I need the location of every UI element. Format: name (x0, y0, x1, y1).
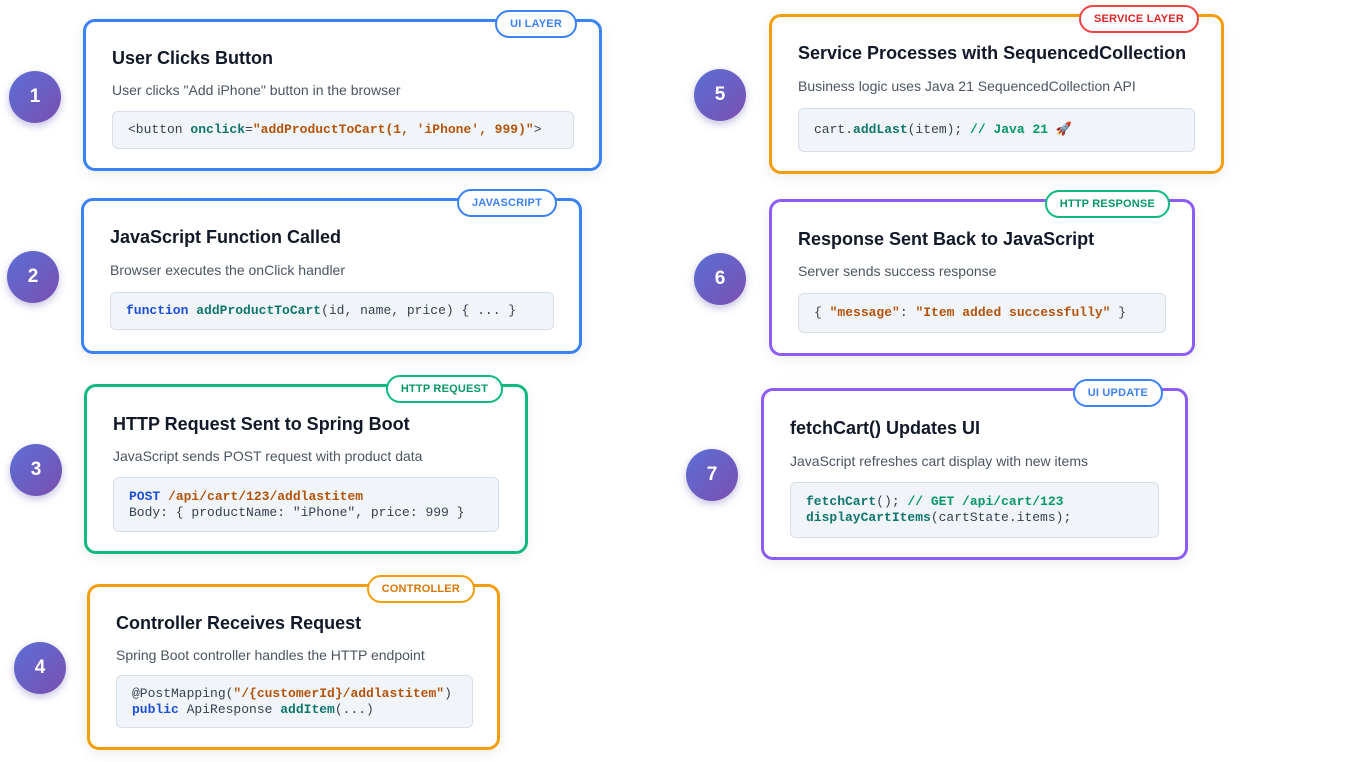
step-number-2: 2 (7, 251, 59, 303)
code-token: ) (444, 685, 452, 701)
code-token: <button (128, 122, 191, 137)
step-description: JavaScript sends POST request with produ… (113, 448, 423, 464)
code-token: @PostMapping( (132, 685, 234, 701)
step-number-7: 7 (686, 449, 738, 501)
step-description: User clicks "Add iPhone" button in the b… (112, 82, 401, 98)
step-badge-controller: CONTROLLER (366, 575, 475, 603)
code-token: > (533, 122, 542, 137)
step-title: Service Processes with SequencedCollecti… (798, 43, 1187, 63)
code-token: public (132, 701, 179, 717)
code-line: displayCartItems(cartState.items); (806, 510, 1143, 526)
step-badge-http-response: HTTP RESPONSE (1044, 190, 1170, 218)
code-token: (cartState.items); (930, 510, 1072, 525)
code-token: function (126, 303, 189, 318)
code-line: @PostMapping("/{customerId}/addlastitem"… (132, 686, 457, 702)
code-token: cart. (814, 122, 854, 137)
step-badge-javascript: JAVASCRIPT (456, 189, 557, 217)
code-token: (); (876, 494, 908, 509)
code-token: // Java 21 🚀 (970, 122, 1073, 137)
step-description: JavaScript refreshes cart display with n… (790, 453, 1088, 469)
code-snippet: cart.addLast(item); // Java 21 🚀 (798, 108, 1195, 152)
code-line: { "message": "Item added successfully" } (814, 305, 1150, 321)
code-token: addItem (280, 701, 335, 717)
step-card-controller: CONTROLLER Controller Receives Request S… (87, 575, 500, 750)
step-description: Server sends success response (798, 263, 997, 279)
step-badge-ui-layer: UI LAYER (495, 10, 577, 38)
step-title: Response Sent Back to JavaScript (798, 229, 1095, 249)
code-line: function addProductToCart(id, name, pric… (126, 303, 538, 319)
code-line: fetchCart(); // GET /api/cart/123 (806, 494, 1143, 510)
code-line: Body: { productName: "iPhone", price: 99… (129, 505, 483, 521)
step-card-ui-update: UI UPDATE fetchCart() Updates UI JavaScr… (761, 379, 1188, 560)
step-title: JavaScript Function Called (110, 227, 342, 247)
code-token: (...) (334, 701, 374, 717)
step-number-1: 1 (9, 71, 61, 123)
code-line: cart.addLast(item); // Java 21 🚀 (814, 122, 1179, 138)
code-token: ApiResponse (178, 701, 281, 717)
code-token: } (1110, 305, 1127, 320)
code-token: /api/cart/123/addlastitem (168, 488, 364, 504)
step-badge-service-layer: SERVICE LAYER (1078, 5, 1199, 33)
step-badge-ui-update: UI UPDATE (1072, 379, 1163, 407)
step-title: User Clicks Button (112, 48, 274, 68)
step-number-5: 5 (694, 69, 746, 121)
code-snippet: fetchCart(); // GET /api/cart/123 display… (790, 482, 1159, 538)
step-number-6: 6 (694, 253, 746, 305)
step-card-ui-layer: UI LAYER User Clicks Button User clicks … (83, 10, 602, 171)
step-description: Browser executes the onClick handler (110, 262, 346, 278)
code-snippet: function addProductToCart(id, name, pric… (110, 292, 554, 330)
step-number-3: 3 (10, 444, 62, 496)
code-token: (item); (907, 122, 971, 137)
code-token: displayCartItems (806, 510, 931, 525)
code-token: onclick (190, 122, 246, 137)
code-snippet: POST /api/cart/123/addlastitem Body: { pr… (113, 477, 499, 532)
step-badge-http-request: HTTP REQUEST (385, 375, 503, 403)
code-token: : (899, 305, 916, 320)
step-card-javascript: JAVASCRIPT JavaScript Function Called Br… (81, 189, 582, 354)
code-token: "/{customerId}/addlastitem" (233, 685, 445, 701)
code-token: addLast (853, 122, 908, 137)
code-token: "message" (829, 305, 900, 320)
code-token: // GET /api/cart/123 (907, 494, 1064, 509)
code-token: "addProductToCart(1, 'iPhone', 999)" (252, 122, 534, 137)
code-token: fetchCart (806, 494, 877, 509)
step-number-4: 4 (14, 642, 66, 694)
code-token: addProductToCart (196, 303, 322, 318)
step-title: Controller Receives Request (116, 613, 362, 633)
step-title: fetchCart() Updates UI (790, 418, 981, 438)
step-card-service-layer: SERVICE LAYER Service Processes with Seq… (769, 5, 1224, 174)
code-token: Body: { productName: "iPhone", price: 99… (129, 504, 465, 520)
code-token: POST (129, 488, 161, 504)
code-line: <button onclick="addProductToCart(1, 'iP… (128, 122, 558, 138)
step-card-http-response: HTTP RESPONSE Response Sent Back to Java… (769, 190, 1195, 356)
code-snippet: @PostMapping("/{customerId}/addlastitem"… (116, 675, 473, 728)
step-title: HTTP Request Sent to Spring Boot (113, 414, 410, 434)
step-description: Spring Boot controller handles the HTTP … (116, 647, 425, 663)
code-token: "Item added successfully" (915, 305, 1111, 320)
code-line: POST /api/cart/123/addlastitem (129, 489, 483, 505)
code-snippet: <button onclick="addProductToCart(1, 'iP… (112, 111, 574, 149)
code-token: { (814, 305, 830, 320)
code-token: (id, name, price) { ... } (321, 303, 517, 318)
code-line: public ApiResponse addItem(...) (132, 702, 457, 718)
code-snippet: { "message": "Item added successfully" } (798, 293, 1166, 333)
code-token: = (245, 122, 253, 137)
step-card-http-request: HTTP REQUEST HTTP Request Sent to Spring… (84, 375, 528, 554)
step-description: Business logic uses Java 21 SequencedCol… (798, 78, 1136, 94)
